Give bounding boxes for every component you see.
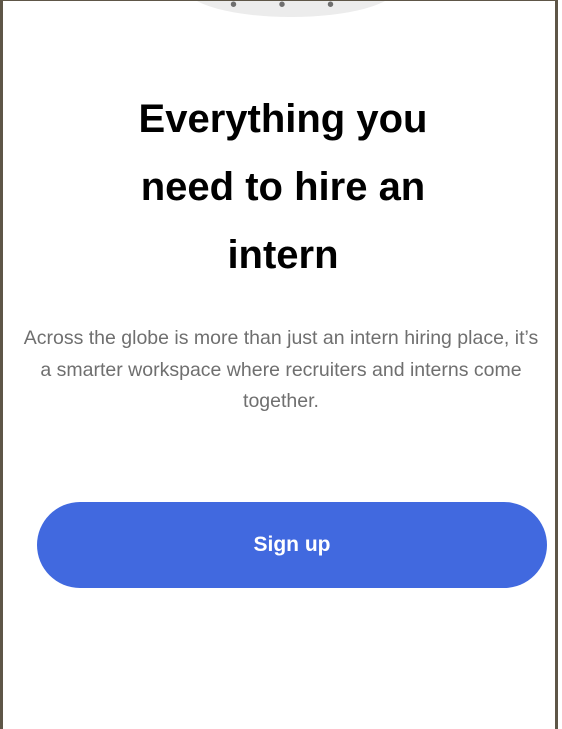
title-line-1: Everything you [138,97,428,141]
header-illustration: • • • [187,0,395,17]
page-title: Everything you need to hire an intern [43,85,523,289]
title-line-3: intern [227,233,339,277]
title-line-2: need to hire an [140,165,426,209]
hero-description: Across the globe is more than just an in… [23,327,539,413]
app-screen: • • • Everything you need to hire an int… [0,0,558,729]
sign-up-button[interactable]: Sign up [37,502,547,588]
illustration-cropped-text: • • • [229,0,353,16]
